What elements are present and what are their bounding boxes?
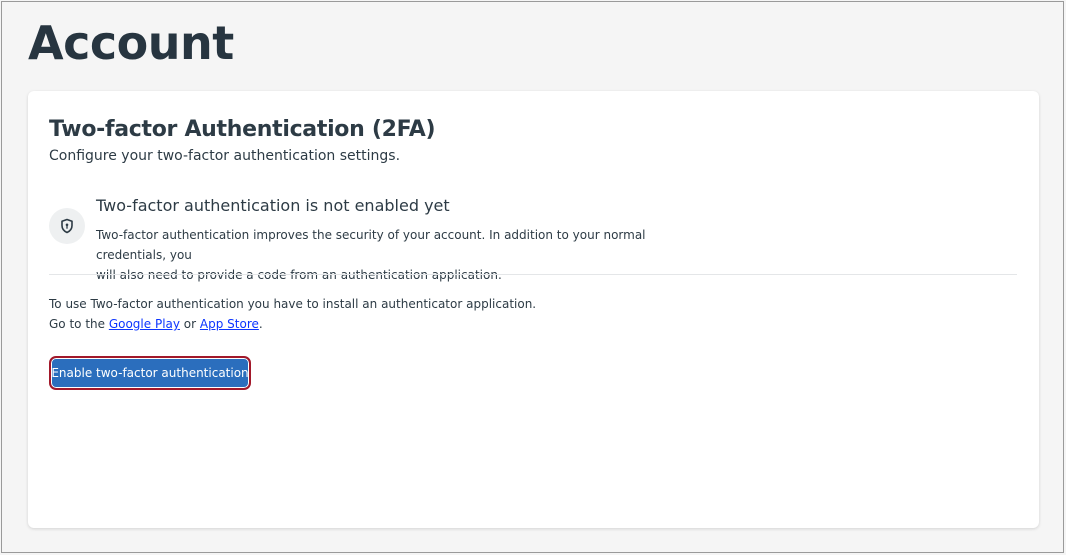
page-title: Account (28, 16, 234, 70)
enable-two-factor-button[interactable]: Enable two-factor authentication (49, 356, 251, 390)
card-subtitle: Configure your two-factor authentication… (49, 148, 401, 164)
card-title: Two-factor Authentication (2FA) (49, 117, 436, 142)
instructions-prefix: Go to the (49, 317, 109, 331)
app-store-link[interactable]: App Store (200, 317, 259, 331)
instructions-suffix: . (258, 317, 263, 331)
instructions-line-2: Go to the Google Play or App Store. (49, 314, 536, 334)
two-factor-card: Two-factor Authentication (2FA) Configur… (28, 91, 1039, 528)
status-description: Two-factor authentication improves the s… (96, 225, 716, 285)
google-play-link[interactable]: Google Play (109, 317, 180, 331)
section-divider (49, 274, 1017, 275)
status-heading: Two-factor authentication is not enabled… (96, 196, 450, 215)
app-window: Account Two-factor Authentication (2FA) … (1, 1, 1064, 553)
status-description-line-1: Two-factor authentication improves the s… (96, 228, 646, 262)
shield-icon (49, 208, 85, 244)
instructions-line-1: To use Two-factor authentication you hav… (49, 297, 537, 311)
instructions-connector: or (179, 317, 200, 331)
status-description-line-2: will also need to provide a code from an… (96, 268, 502, 282)
authenticator-instructions: To use Two-factor authentication you hav… (49, 294, 536, 334)
